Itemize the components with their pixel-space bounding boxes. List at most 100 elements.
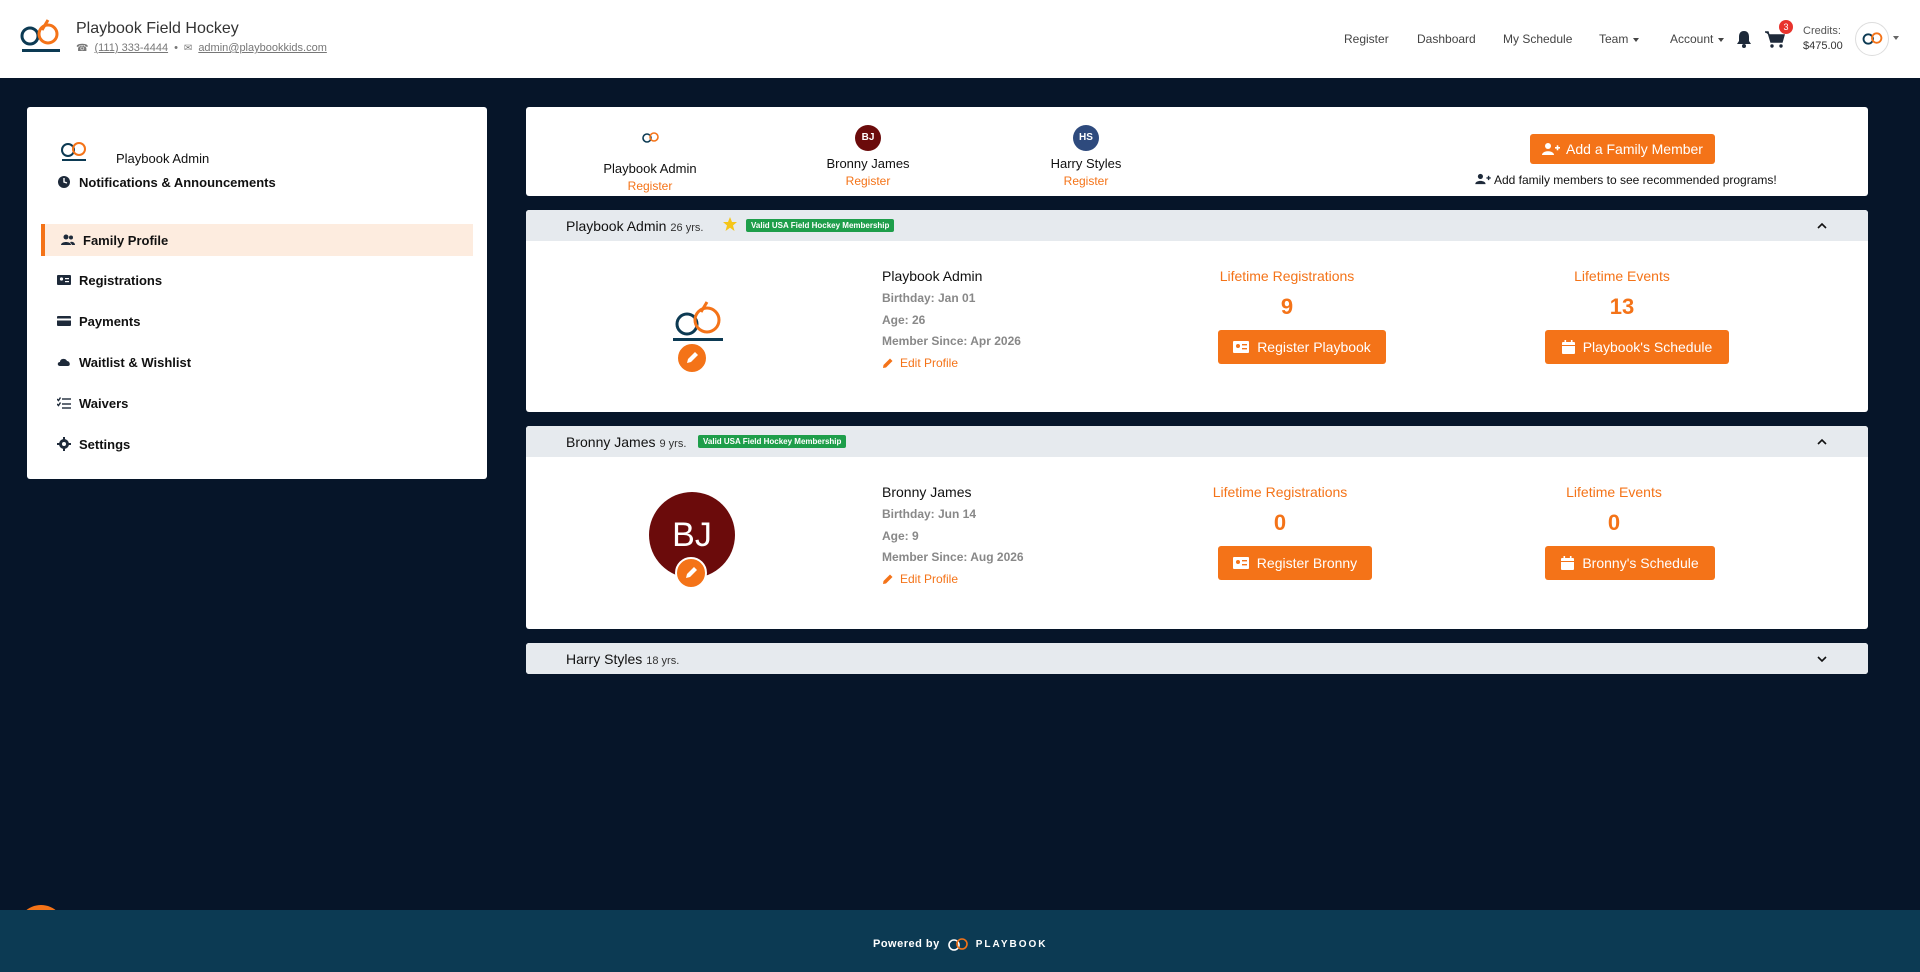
member-schedule-button[interactable]: Bronny's Schedule (1545, 546, 1715, 580)
member-birthday: Birthday: Jan 01 (882, 291, 976, 305)
nav-register[interactable]: Register (1344, 32, 1389, 46)
calendar-icon (1561, 340, 1575, 354)
bell-icon[interactable] (1735, 30, 1753, 48)
member-name: Playbook Admin (882, 268, 983, 284)
playbook-logo-avatar (637, 125, 663, 151)
powered-by-label: Powered by (873, 938, 940, 950)
register-member-label: Register Playbook (1257, 339, 1371, 355)
member-header-name: Harry Styles 18 yrs. (566, 651, 679, 667)
playbook-footer-logo (947, 938, 968, 951)
user-plus-icon (1542, 143, 1561, 155)
lifetime-events-value: 13 (1609, 294, 1635, 319)
sidebar-item-registrations[interactable]: Registrations (41, 264, 473, 296)
add-family-member-button[interactable]: Add a Family Member (1530, 134, 1715, 164)
member-since: Member Since: Aug 2026 (882, 550, 1024, 564)
family-tab-register-link[interactable]: Register (580, 179, 720, 193)
member-schedule-button[interactable]: Playbook's Schedule (1545, 330, 1729, 364)
sidebar-item-label: Family Profile (83, 232, 169, 248)
nav-team-dropdown[interactable]: Team (1599, 32, 1639, 46)
email-link[interactable]: admin@playbookkids.com (198, 42, 327, 54)
id-card-icon (1232, 557, 1249, 569)
user-plus-icon (1475, 173, 1491, 185)
nav-dashboard[interactable]: Dashboard (1417, 32, 1476, 46)
sidebar-item-label: Registrations (79, 272, 163, 288)
org-title: Playbook Field Hockey (76, 20, 239, 37)
lifetime-events-value: 0 (1607, 510, 1621, 535)
family-tab-playbook-admin[interactable]: Playbook Admin Register (580, 125, 720, 193)
phone-icon: ☎ (76, 42, 89, 54)
nav-account-dropdown[interactable]: Account (1670, 32, 1724, 46)
lifetime-events-label: Lifetime Events (1574, 268, 1670, 284)
member-header-title: Playbook Admin (566, 218, 667, 234)
family-tab-bronny-james[interactable]: BJ Bronny James Register (798, 125, 938, 188)
playbook-logo[interactable] (18, 18, 64, 58)
nav-my-schedule[interactable]: My Schedule (1503, 32, 1572, 46)
sidebar-username: Playbook Admin (116, 151, 210, 166)
member-card-playbook-admin: Playbook Admin 26 yrs. Valid USA Field Ho… (526, 210, 1868, 412)
edit-profile-label: Edit Profile (900, 356, 959, 370)
member-since: Member Since: Apr 2026 (882, 334, 1021, 348)
credit-card-icon (57, 316, 71, 326)
sidebar-item-label: Notifications & Announcements (79, 174, 276, 190)
member-card-harry-styles: Harry Styles 18 yrs. (526, 643, 1868, 674)
member-birthday: Birthday: Jun 14 (882, 507, 977, 521)
users-icon (61, 234, 75, 245)
edit-profile-link[interactable]: Edit Profile (882, 572, 958, 586)
credits-label: Credits: (1803, 25, 1841, 37)
cloud-icon (57, 358, 70, 366)
sidebar-item-label: Settings (79, 436, 131, 452)
footer: Powered by PLAYBOOK (0, 910, 1920, 972)
member-accordion-header[interactable]: Harry Styles 18 yrs. (526, 643, 1868, 674)
sidebar-item-notifications[interactable]: Notifications & Announcements (41, 166, 473, 198)
chevron-up-icon[interactable] (1816, 436, 1828, 448)
edit-photo-button[interactable] (676, 342, 708, 374)
add-family-hint-text: Add family members to see recommended pr… (1493, 173, 1777, 187)
org-contact: ☎ (111) 333-4444 • ✉ admin@playbookkids.… (76, 42, 327, 54)
family-tab-name: Bronny James (826, 156, 910, 171)
register-member-button[interactable]: Register Bronny (1218, 546, 1372, 580)
avatar: BJ (855, 125, 881, 151)
member-age-label: 18 yrs. (646, 655, 680, 667)
clock-icon (58, 176, 70, 188)
sidebar-item-waivers[interactable]: Waivers (41, 387, 473, 419)
family-members-bar: Playbook Admin Register BJ Bronny James … (526, 107, 1868, 196)
pencil-icon (687, 352, 698, 363)
cart-count-badge: 3 (1779, 20, 1793, 34)
id-card-icon (57, 275, 71, 285)
phone-link[interactable]: (111) 333-4444 (94, 42, 168, 54)
family-tab-register-link[interactable]: Register (798, 174, 938, 188)
credits-amount: $475.00 (1803, 40, 1843, 52)
family-tab-harry-styles[interactable]: HS Harry Styles Register (1016, 125, 1156, 188)
contact-separator: • (174, 42, 178, 54)
account-caret-icon[interactable] (1893, 36, 1899, 40)
member-name: Bronny James (882, 484, 972, 500)
powered-by: Powered by PLAYBOOK (873, 937, 1048, 951)
id-card-icon (1233, 341, 1250, 353)
member-header-name: Bronny James 9 yrs. (566, 434, 686, 450)
user-avatar-logo (61, 142, 86, 161)
list-check-icon (57, 397, 71, 409)
membership-badge: Valid USA Field Hockey Membership (698, 435, 847, 448)
lifetime-registrations-value: 0 (1273, 510, 1287, 535)
edit-profile-label: Edit Profile (900, 572, 959, 586)
member-accordion-header[interactable]: Playbook Admin 26 yrs. Valid USA Field Ho… (526, 210, 1868, 241)
chevron-up-icon[interactable] (1816, 220, 1828, 232)
account-avatar[interactable] (1855, 22, 1889, 56)
add-family-hint: Add family members to see recommended pr… (1470, 173, 1782, 187)
playbook-brand-text: PLAYBOOK (975, 938, 1048, 950)
lifetime-registrations-label: Lifetime Registrations (1212, 484, 1348, 500)
sidebar: Playbook Admin Notifications & Announcem… (27, 107, 487, 479)
envelope-icon: ✉ (183, 42, 193, 54)
sidebar-item-settings[interactable]: Settings (41, 428, 473, 460)
sidebar-item-payments[interactable]: Payments (41, 305, 473, 337)
register-member-button[interactable]: Register Playbook (1218, 330, 1386, 364)
edit-profile-link[interactable]: Edit Profile (882, 356, 958, 370)
chevron-down-icon[interactable] (1816, 653, 1828, 665)
member-schedule-label: Playbook's Schedule (1582, 339, 1713, 355)
family-tab-register-link[interactable]: Register (1016, 174, 1156, 188)
register-member-label: Register Bronny (1256, 555, 1358, 571)
sidebar-item-family-profile[interactable]: Family Profile (41, 224, 473, 256)
edit-photo-button[interactable] (675, 557, 707, 589)
member-accordion-header[interactable]: Bronny James 9 yrs. Valid USA Field Hocke… (526, 426, 1868, 457)
sidebar-item-waitlist[interactable]: Waitlist & Wishlist (41, 346, 473, 378)
